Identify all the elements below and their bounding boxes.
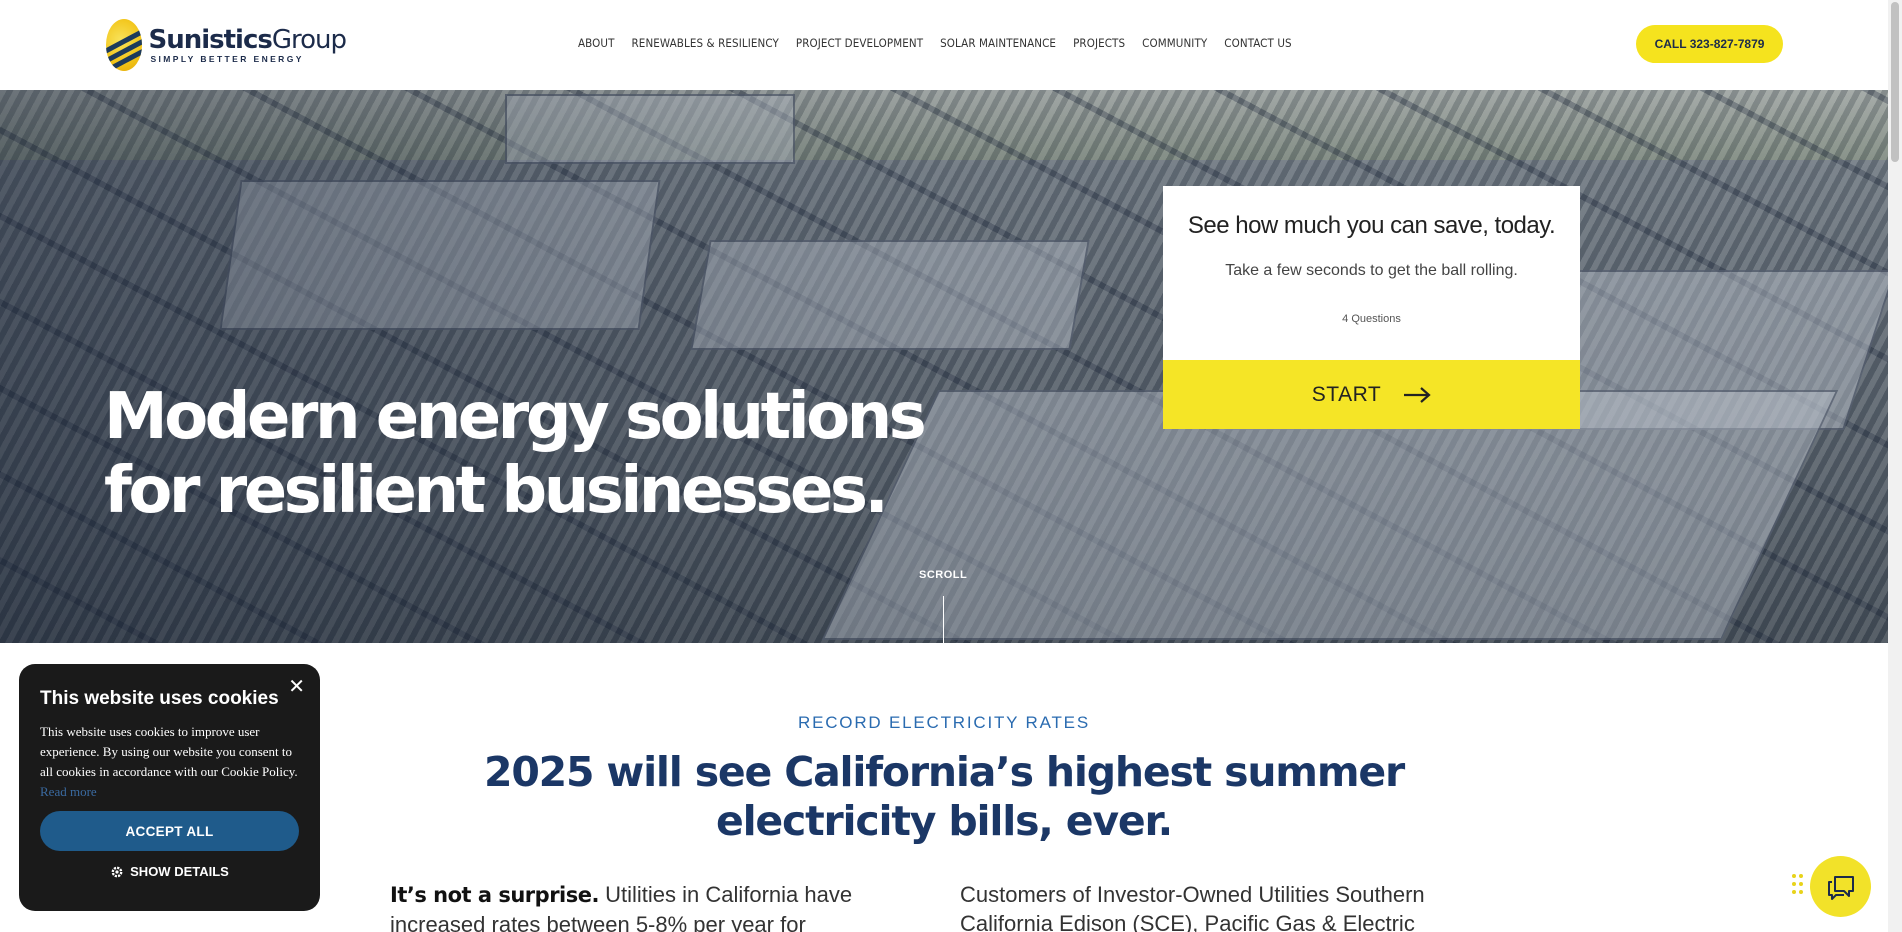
scroll-indicator-label[interactable]: SCROLL	[919, 569, 967, 581]
nav-renewables-resiliency[interactable]: RENEWABLES & RESILIENCY	[632, 36, 779, 50]
arrow-right-icon	[1404, 386, 1431, 403]
chat-drag-handle[interactable]	[1792, 874, 1804, 896]
scrollbar-thumb[interactable]	[1891, 2, 1899, 162]
logo[interactable]: SunisticsGroup SIMPLY BETTER ENERGY	[106, 18, 347, 72]
savings-quiz-card: See how much you can save, today. Take a…	[1163, 186, 1580, 429]
nav-project-development[interactable]: PROJECT DEVELOPMENT	[796, 36, 923, 50]
cookie-consent-dialog: ✕ This website uses cookies This website…	[19, 664, 320, 911]
hero-overlay	[0, 90, 1888, 643]
cookie-text: This website uses cookies to improve use…	[40, 724, 298, 799]
body-column-left: It’s not a surprise. Utilities in Califo…	[390, 880, 910, 932]
close-icon[interactable]: ✕	[288, 674, 305, 699]
nav-solar-maintenance[interactable]: SOLAR MAINTENANCE	[940, 36, 1056, 50]
logo-sun-icon	[106, 19, 143, 71]
hero-banner: Modern energy solutions for resilient bus…	[0, 90, 1888, 643]
nav-projects[interactable]: PROJECTS	[1073, 36, 1125, 50]
chat-icon	[1827, 875, 1854, 900]
cookie-title: This website uses cookies	[40, 688, 279, 709]
read-more-link[interactable]: Read more	[40, 784, 97, 799]
show-details-button[interactable]: SHOW DETAILS	[19, 864, 320, 879]
hero-title: Modern energy solutions for resilient bus…	[104, 380, 927, 528]
question-count: 4 Questions	[1342, 313, 1401, 325]
body-lead-bold: It’s not a surprise.	[390, 883, 599, 907]
section-headline: 2025 will see California’s highest summe…	[484, 748, 1405, 845]
site-header: SunisticsGroup SIMPLY BETTER ENERGY ABOU…	[0, 0, 1888, 90]
main-nav: ABOUT RENEWABLES & RESILIENCY PROJECT DE…	[578, 36, 1292, 50]
show-details-label: SHOW DETAILS	[130, 864, 229, 879]
logo-name: SunisticsGroup	[148, 25, 347, 55]
card-title: See how much you can save, today.	[1187, 212, 1556, 239]
logo-text: SunisticsGroup SIMPLY BETTER ENERGY	[148, 25, 347, 64]
nav-about[interactable]: ABOUT	[578, 36, 615, 50]
logo-tagline: SIMPLY BETTER ENERGY	[150, 54, 304, 64]
call-button[interactable]: CALL 323-827-7879	[1636, 25, 1783, 63]
page-scrollbar[interactable]	[1888, 0, 1902, 932]
accept-all-button[interactable]: ACCEPT ALL	[40, 811, 299, 851]
scroll-indicator-line	[943, 596, 944, 643]
start-button[interactable]: START	[1163, 360, 1580, 429]
gear-icon	[111, 866, 123, 877]
nav-community[interactable]: COMMUNITY	[1142, 36, 1207, 50]
card-subtitle: Take a few seconds to get the ball rolli…	[1225, 262, 1518, 279]
start-button-label: START	[1311, 382, 1382, 406]
chat-button[interactable]	[1810, 856, 1871, 917]
body-column-right: Customers of Investor-Owned Utilities So…	[960, 882, 1425, 932]
nav-contact-us[interactable]: CONTACT US	[1224, 36, 1291, 50]
